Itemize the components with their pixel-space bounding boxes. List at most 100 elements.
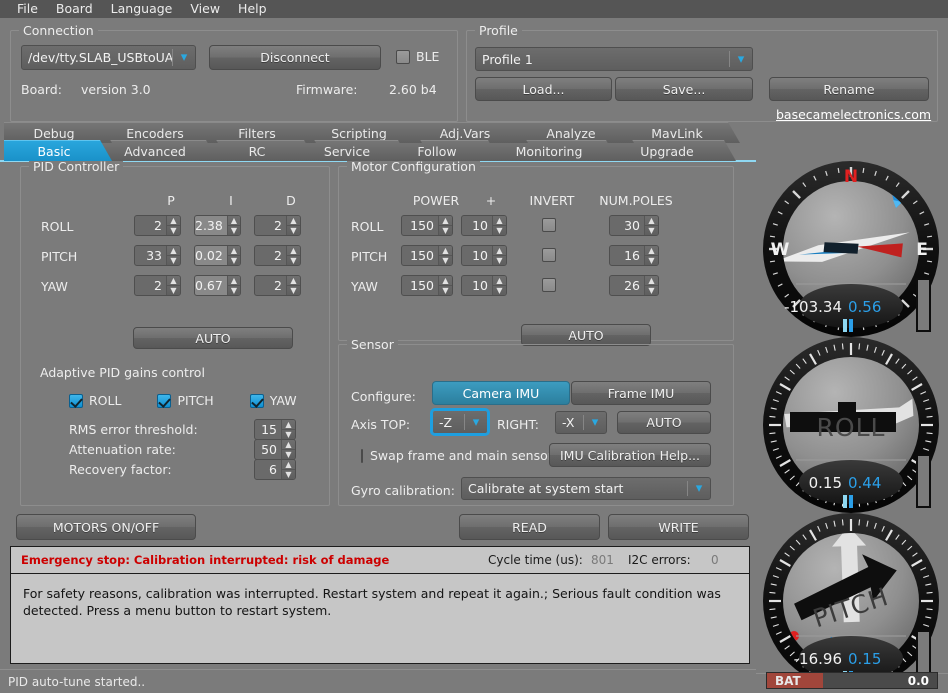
spinner-down-icon[interactable]: ▼ xyxy=(439,286,452,295)
gyro-calibration-combo[interactable]: Calibrate at system start ▾ xyxy=(461,477,711,500)
swap-sensors-checkbox[interactable] xyxy=(361,448,363,463)
spinner-arrows[interactable]: ▲ ▼ xyxy=(281,460,295,479)
spinner-up-icon[interactable]: ▲ xyxy=(645,276,658,286)
spinner-arrows[interactable]: ▲ ▼ xyxy=(438,216,452,235)
spinner-down-icon[interactable]: ▼ xyxy=(645,226,658,235)
number-spinner[interactable]: 2 ▲ ▼ xyxy=(254,275,301,296)
spinner-up-icon[interactable]: ▲ xyxy=(645,216,658,226)
spinner-up-icon[interactable]: ▲ xyxy=(493,276,506,286)
frame-imu-button[interactable]: Frame IMU xyxy=(571,381,711,405)
pid-p-field[interactable]: 33 ▲ ▼ xyxy=(134,245,181,266)
spinner-up-icon[interactable]: ▲ xyxy=(227,276,240,286)
profile-load-button[interactable]: Load... xyxy=(475,77,612,101)
spinner-up-icon[interactable]: ▲ xyxy=(167,246,180,256)
number-spinner[interactable]: 10 ▲ ▼ xyxy=(461,275,507,296)
number-spinner[interactable]: 6 ▲ ▼ xyxy=(254,459,296,480)
spinner-arrows[interactable]: ▲ ▼ xyxy=(644,216,658,235)
spinner-arrows[interactable]: ▲ ▼ xyxy=(644,276,658,295)
motor-poles-field[interactable]: 30 ▲ ▼ xyxy=(609,215,659,236)
spinner-arrows[interactable]: ▲ ▼ xyxy=(281,420,295,439)
tab-mavlink[interactable]: MavLink xyxy=(622,122,740,143)
tab-filters[interactable]: Filters xyxy=(206,122,316,143)
menu-item-help[interactable]: Help xyxy=(229,0,276,18)
motors-on-off-button[interactable]: MOTORS ON/OFF xyxy=(16,514,196,540)
number-spinner[interactable]: 2.38 ▲ ▼ xyxy=(194,215,241,236)
pid-i-field[interactable]: 0.02 ▲ ▼ xyxy=(194,245,241,266)
menu-item-view[interactable]: View xyxy=(181,0,229,18)
spinner-up-icon[interactable]: ▲ xyxy=(287,246,300,256)
pid-auto-button[interactable]: AUTO xyxy=(133,327,293,349)
adaptive-field-input[interactable]: 50 ▲ ▼ xyxy=(254,439,296,460)
number-spinner[interactable]: 33 ▲ ▼ xyxy=(134,245,181,266)
swap-sensors-row[interactable]: Swap frame and main sensors xyxy=(361,448,556,463)
motor-plus-field[interactable]: 10 ▲ ▼ xyxy=(461,215,507,236)
number-spinner[interactable]: 10 ▲ ▼ xyxy=(461,245,507,266)
tab-basic[interactable]: Basic xyxy=(4,140,112,161)
gauge-slider-roll[interactable] xyxy=(916,454,931,508)
spinner-up-icon[interactable]: ▲ xyxy=(439,276,452,286)
spinner-down-icon[interactable]: ▼ xyxy=(645,256,658,265)
spinner-up-icon[interactable]: ▲ xyxy=(227,246,240,256)
spinner-down-icon[interactable]: ▼ xyxy=(167,256,180,265)
axis-right-combo[interactable]: -X ▾ xyxy=(555,411,607,434)
spinner-up-icon[interactable]: ▲ xyxy=(282,420,295,430)
pid-p-field[interactable]: 2 ▲ ▼ xyxy=(134,275,181,296)
spinner-up-icon[interactable]: ▲ xyxy=(167,216,180,226)
adaptive-field-input[interactable]: 15 ▲ ▼ xyxy=(254,419,296,440)
spinner-up-icon[interactable]: ▲ xyxy=(493,216,506,226)
spinner-arrows[interactable]: ▲ ▼ xyxy=(492,276,506,295)
number-spinner[interactable]: 16 ▲ ▼ xyxy=(609,245,659,266)
tab-advanced[interactable]: Advanced xyxy=(100,140,218,161)
number-spinner[interactable]: 150 ▲ ▼ xyxy=(401,275,453,296)
tab-debug[interactable]: Debug xyxy=(4,122,112,143)
spinner-arrows[interactable]: ▲ ▼ xyxy=(492,216,506,235)
spinner-down-icon[interactable]: ▼ xyxy=(493,286,506,295)
profile-save-button[interactable]: Save... xyxy=(615,77,753,101)
number-spinner[interactable]: 50 ▲ ▼ xyxy=(254,439,296,460)
spinner-down-icon[interactable]: ▼ xyxy=(287,286,300,295)
spinner-arrows[interactable]: ▲ ▼ xyxy=(226,216,240,235)
spinner-down-icon[interactable]: ▼ xyxy=(228,286,240,295)
motor-invert-checkbox[interactable] xyxy=(542,248,556,262)
tab-upgrade[interactable]: Upgrade xyxy=(606,140,736,161)
menu-item-language[interactable]: Language xyxy=(102,0,182,18)
spinner-arrows[interactable]: ▲ ▼ xyxy=(644,246,658,265)
number-spinner[interactable]: 150 ▲ ▼ xyxy=(401,245,453,266)
tab-scripting[interactable]: Scripting xyxy=(304,122,422,143)
pid-p-field[interactable]: 2 ▲ ▼ xyxy=(134,215,181,236)
spinner-arrows[interactable]: ▲ ▼ xyxy=(286,276,300,295)
serial-port-combo[interactable]: /dev/tty.SLAB_USBtoUA... ▾ xyxy=(21,45,196,70)
number-spinner[interactable]: 10 ▲ ▼ xyxy=(461,215,507,236)
spinner-up-icon[interactable]: ▲ xyxy=(227,216,240,226)
spinner-down-icon[interactable]: ▼ xyxy=(493,256,506,265)
camera-imu-button[interactable]: Camera IMU xyxy=(432,381,570,405)
number-spinner[interactable]: 2 ▲ ▼ xyxy=(254,245,301,266)
spinner-down-icon[interactable]: ▼ xyxy=(287,226,300,235)
motor-plus-field[interactable]: 10 ▲ ▼ xyxy=(461,245,507,266)
adaptive-axis-checkbox[interactable] xyxy=(157,393,172,408)
menu-item-board[interactable]: Board xyxy=(47,0,102,18)
spinner-up-icon[interactable]: ▲ xyxy=(287,276,300,286)
imu-calibration-help-button[interactable]: IMU Calibration Help... xyxy=(549,443,711,467)
spinner-arrows[interactable]: ▲ ▼ xyxy=(438,246,452,265)
tab-rc[interactable]: RC xyxy=(206,140,316,161)
write-button[interactable]: WRITE xyxy=(608,514,749,540)
number-spinner[interactable]: 150 ▲ ▼ xyxy=(401,215,453,236)
spinner-arrows[interactable]: ▲ ▼ xyxy=(492,246,506,265)
spinner-down-icon[interactable]: ▼ xyxy=(287,256,300,265)
read-button[interactable]: READ xyxy=(459,514,600,540)
spinner-arrows[interactable]: ▲ ▼ xyxy=(166,246,180,265)
spinner-arrows[interactable]: ▲ ▼ xyxy=(438,276,452,295)
motor-auto-button[interactable]: AUTO xyxy=(521,324,651,346)
adaptive-field-input[interactable]: 6 ▲ ▼ xyxy=(254,459,296,480)
number-spinner[interactable]: 30 ▲ ▼ xyxy=(609,215,659,236)
tab-adjvars[interactable]: Adj.Vars xyxy=(410,122,528,143)
spinner-arrows[interactable]: ▲ ▼ xyxy=(166,216,180,235)
motor-plus-field[interactable]: 10 ▲ ▼ xyxy=(461,275,507,296)
spinner-up-icon[interactable]: ▲ xyxy=(493,246,506,256)
motor-poles-field[interactable]: 26 ▲ ▼ xyxy=(609,275,659,296)
pid-d-field[interactable]: 2 ▲ ▼ xyxy=(254,245,301,266)
number-spinner[interactable]: 2 ▲ ▼ xyxy=(254,215,301,236)
motor-power-field[interactable]: 150 ▲ ▼ xyxy=(401,215,453,236)
pid-i-field[interactable]: 2.38 ▲ ▼ xyxy=(194,215,241,236)
